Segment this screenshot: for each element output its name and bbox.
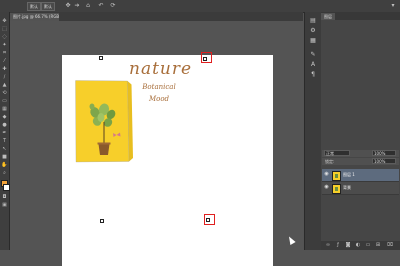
layer-name: 背景: [343, 185, 351, 190]
document-tabbar: 图片.jpg @ 66.7% (RGB/8): [10, 12, 303, 21]
lasso-tool-icon[interactable]: ◌: [1, 34, 8, 40]
new-layer-icon[interactable]: ⊞: [375, 243, 381, 248]
history-brush-tool-icon[interactable]: ⟲: [1, 90, 8, 96]
highlight-box-bottom-right: [204, 214, 215, 225]
healing-tool-icon[interactable]: ✚: [1, 66, 8, 72]
transform-handle-top-left[interactable]: [99, 56, 103, 60]
blend-row: 正常 100%: [322, 150, 399, 157]
home-icon[interactable]: ⌂: [85, 3, 91, 9]
fill-field[interactable]: 100%: [372, 158, 396, 164]
adjust-icon[interactable]: ◐: [355, 243, 361, 248]
arrow-icon[interactable]: ➔: [74, 3, 80, 9]
eyedropper-tool-icon[interactable]: ⁄: [1, 58, 8, 64]
shape-tool-icon[interactable]: ■: [1, 154, 8, 160]
history-icon[interactable]: ▤: [309, 18, 317, 24]
preset-button-2[interactable]: 默认: [41, 2, 55, 11]
link-icon[interactable]: ∞: [325, 243, 331, 248]
layer-row[interactable]: ◉ 图层 1: [322, 169, 399, 182]
layer-thumbnail: [332, 171, 341, 181]
layers-footer: ∞ ƒ ◙ ◐ ▭ ⊞ ⌧: [321, 241, 400, 250]
folder-icon[interactable]: ▭: [365, 243, 371, 248]
eraser-tool-icon[interactable]: ▭: [1, 98, 8, 104]
blur-tool-icon[interactable]: ◆: [1, 114, 8, 120]
dodge-tool-icon[interactable]: ●: [1, 122, 8, 128]
screen-mode-icon[interactable]: ▣: [1, 202, 8, 208]
transform-handle-bottom-left[interactable]: [100, 219, 104, 223]
paragraph-icon[interactable]: ¶: [309, 72, 317, 78]
undo-icon[interactable]: ↶: [98, 3, 104, 9]
move-icon[interactable]: ✥: [65, 3, 71, 9]
poster-subtitle-line1: Botanical: [142, 83, 176, 91]
more-icon[interactable]: ▾: [390, 3, 396, 9]
background-color-swatch[interactable]: [3, 184, 10, 191]
visibility-eye-icon[interactable]: ◉: [324, 185, 329, 190]
character-icon[interactable]: A: [309, 62, 317, 68]
visibility-eye-icon[interactable]: ◉: [324, 172, 329, 177]
hand-tool-icon[interactable]: ✋: [1, 162, 8, 168]
opacity-field[interactable]: 100%: [372, 150, 396, 156]
properties-icon[interactable]: ⚙: [309, 28, 317, 34]
swatches-icon[interactable]: ▦: [309, 38, 317, 44]
gradient-tool-icon[interactable]: ▦: [1, 106, 8, 112]
type-tool-icon[interactable]: T: [1, 138, 8, 144]
magic-wand-tool-icon[interactable]: ✦: [1, 42, 8, 48]
move-tool-icon[interactable]: ✥: [1, 18, 8, 24]
trash-icon[interactable]: ⌧: [387, 243, 393, 248]
brush-panel-icon[interactable]: ✎: [309, 52, 317, 58]
crop-tool-icon[interactable]: ⌗: [1, 50, 8, 56]
preset-button-1[interactable]: 默认: [27, 2, 41, 11]
lock-label: 锁定:: [325, 159, 335, 164]
mask-icon[interactable]: ◙: [345, 243, 351, 248]
layer-thumbnail: [332, 184, 341, 194]
layers-tab[interactable]: 图层: [321, 13, 335, 20]
brush-tool-icon[interactable]: ∕: [1, 74, 8, 80]
layer-row[interactable]: ◉ 背景: [322, 182, 399, 195]
poster-title: nature: [129, 59, 193, 79]
layer-name: 图层 1: [343, 172, 355, 177]
plant-pot: [98, 144, 110, 155]
document-tab[interactable]: 图片.jpg @ 66.7% (RGB/8): [10, 13, 59, 21]
pen-tool-icon[interactable]: ✒: [1, 130, 8, 136]
stamp-tool-icon[interactable]: ▲: [1, 82, 8, 88]
marquee-tool-icon[interactable]: ⬚: [1, 26, 8, 32]
plant-stem: [103, 122, 105, 144]
panel-icon-strip: ▤ ⚙ ▦ ✎ A ¶: [304, 12, 322, 250]
rotate-icon[interactable]: ⟳: [110, 3, 116, 9]
blend-mode-select[interactable]: 正常: [324, 150, 350, 156]
zoom-tool-icon[interactable]: ⌕: [1, 170, 8, 176]
layers-panel: 图层 正常 100% 锁定: 100% ◉ 图层 1 ◉ 背景 ∞ ƒ ◙ ◐ …: [321, 12, 400, 250]
lock-row: 锁定: 100%: [322, 158, 399, 165]
poster-artwork[interactable]: [50, 23, 160, 208]
fx-icon[interactable]: ƒ: [335, 243, 341, 248]
path-select-tool-icon[interactable]: ↖: [1, 146, 8, 152]
plant-pot-rim: [97, 142, 111, 145]
poster-subtitle-line2: Mood: [148, 95, 170, 103]
highlight-box-top-right: [201, 52, 212, 63]
tools-panel: ✥ ⬚ ◌ ✦ ⌗ ⁄ ✚ ∕ ▲ ⟲ ▭ ▦ ◆ ● ✒ T ↖ ■ ✋ ⌕ …: [0, 12, 10, 250]
quick-mask-icon[interactable]: ◘: [1, 194, 8, 200]
panel-header: 图层: [321, 12, 400, 20]
